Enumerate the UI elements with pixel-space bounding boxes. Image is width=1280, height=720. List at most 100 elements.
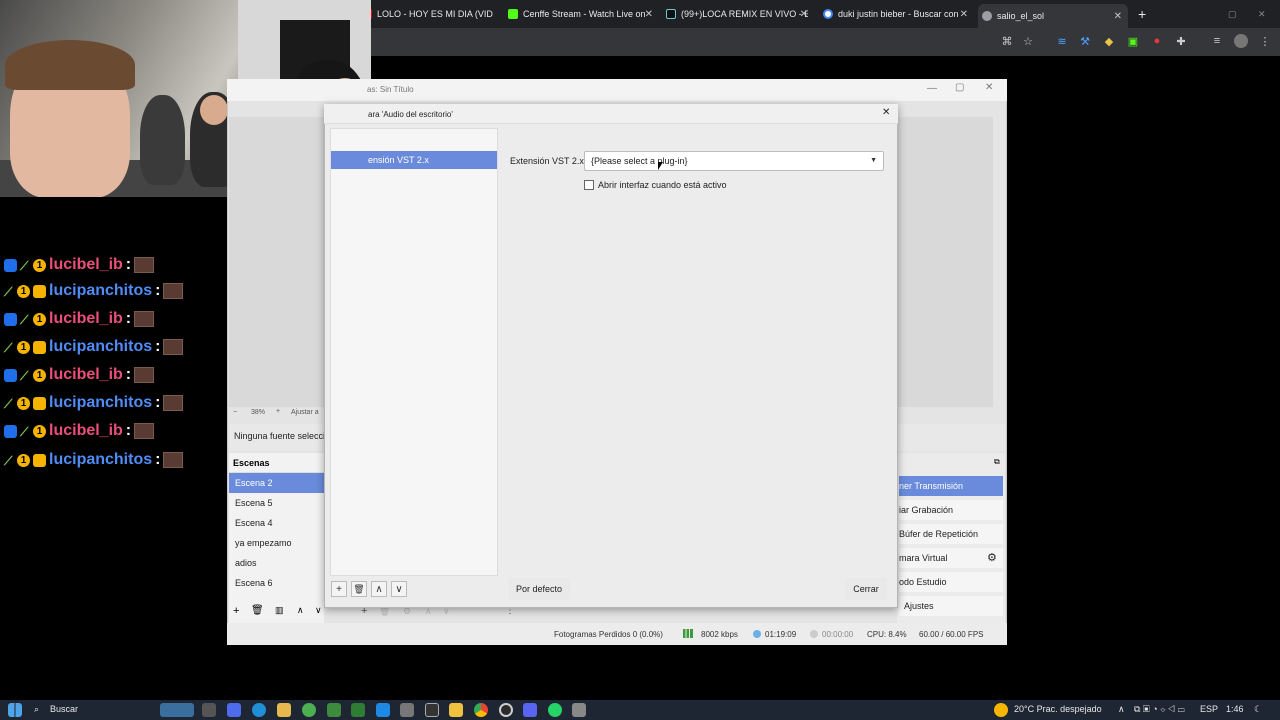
zoom-out-icon[interactable]: −	[233, 409, 237, 416]
window-title: as: Sin Título	[367, 85, 414, 94]
hair	[5, 40, 135, 90]
obs-icon[interactable]	[499, 703, 513, 717]
scene-item[interactable]: Escena 6	[229, 573, 324, 593]
close-icon[interactable]: ✕	[960, 9, 968, 20]
coin-badge-icon: 1	[17, 453, 30, 467]
whatsapp-icon[interactable]	[548, 703, 562, 717]
new-tab-button[interactable]: +	[1138, 4, 1150, 24]
media-icon[interactable]: ≡	[1210, 34, 1224, 48]
chat-username: lucibel_ib	[49, 256, 123, 273]
source-toolbar	[897, 424, 1005, 451]
open-interface-checkbox[interactable]	[584, 180, 594, 190]
windows-start-icon[interactable]	[8, 703, 22, 717]
chat-message: ⟋ 1 lucibel_ib :	[4, 419, 155, 443]
tray-chevron-icon[interactable]: ∧	[1118, 704, 1125, 715]
control-button[interactable]: ner Transmisión	[899, 476, 1003, 496]
app-icon[interactable]	[400, 703, 414, 717]
app-icon[interactable]	[572, 703, 586, 717]
filter-item-vst[interactable]: ensión VST 2.x	[331, 151, 497, 169]
cursor-icon	[658, 162, 663, 170]
remove-filter-button[interactable]: 🗑	[351, 581, 367, 597]
signal-icon	[683, 629, 693, 638]
app-icon[interactable]	[227, 703, 241, 717]
browser-tab[interactable]: duki justin bieber - Buscar con ✕	[823, 4, 968, 24]
task-view-icon[interactable]	[202, 703, 216, 717]
puzzle-icon[interactable]: ✚	[1174, 34, 1188, 48]
gear-icon[interactable]: ⚙	[987, 551, 997, 564]
folder-icon[interactable]	[449, 703, 463, 717]
menu-icon[interactable]: ⋮	[1258, 34, 1272, 48]
close-icon[interactable]: ✕	[1114, 11, 1122, 22]
close-button[interactable]: Cerrar	[845, 578, 887, 600]
close-icon[interactable]: ✕	[985, 82, 993, 93]
app-icon[interactable]	[302, 703, 316, 717]
explorer-icon[interactable]	[277, 703, 291, 717]
avatar[interactable]	[1234, 34, 1248, 48]
app-icon[interactable]	[327, 703, 341, 717]
maximize-icon[interactable]: ▢	[955, 82, 964, 93]
plugin-select[interactable]: {Please select a plug-in} ▼	[584, 151, 884, 171]
chat-separator: :	[155, 338, 161, 355]
control-button[interactable]: Búfer de Repetición	[899, 524, 1003, 544]
chat-username: lucipanchitos	[49, 394, 153, 411]
move-down-button[interactable]: ∨	[391, 581, 407, 597]
maximize-icon[interactable]: ▢	[1228, 4, 1240, 24]
extension-icon[interactable]: ▣	[1126, 34, 1140, 48]
minecraft-icon[interactable]	[351, 703, 365, 717]
move-up-button[interactable]: ∧	[371, 581, 387, 597]
close-icon[interactable]: ✕	[882, 107, 890, 118]
browser-tab[interactable]: Cenffe Stream - Watch Live on ✕	[508, 4, 653, 24]
scene-item[interactable]: Escena 5	[229, 493, 324, 513]
undock-icon[interactable]: ⧉	[994, 457, 1000, 467]
translate-icon[interactable]: ⌘	[1000, 34, 1014, 48]
chat-username: lucibel_ib	[49, 422, 123, 439]
search-icon[interactable]: ⌕	[34, 704, 39, 715]
coin-badge-icon: 1	[33, 258, 46, 272]
scene-item[interactable]: Escena 4	[229, 513, 324, 533]
adblock-icon[interactable]: ●	[1150, 34, 1164, 48]
extension-icon[interactable]: ⚒	[1078, 34, 1092, 48]
clock[interactable]: 1:46	[1226, 704, 1244, 714]
filter-list: ensión VST 2.x	[330, 128, 498, 576]
scene-item[interactable]: Escena 2	[229, 473, 324, 493]
weather[interactable]: 20°C Prac. despejado	[1014, 704, 1102, 714]
language[interactable]: ESP	[1200, 704, 1218, 714]
zoom-in-icon[interactable]: +	[276, 408, 280, 415]
zoom-fit[interactable]: Ajustar a	[291, 409, 319, 416]
app-icon[interactable]	[425, 703, 439, 717]
chat-separator: :	[155, 394, 161, 411]
browser-tab[interactable]: (99+)LOCA REMIX EN VIVO - E ✕	[666, 4, 808, 24]
extension-icon[interactable]: ≋	[1055, 34, 1069, 48]
browser-tab-active[interactable]: salio_el_sol ✕	[978, 4, 1128, 28]
close-icon[interactable]: ✕	[800, 9, 808, 20]
chat-separator: :	[125, 366, 132, 383]
discord-icon[interactable]	[523, 703, 537, 717]
coin-badge-icon: 1	[33, 312, 46, 326]
crown-badge-icon	[33, 453, 46, 467]
close-icon[interactable]: ✕	[645, 9, 653, 20]
chat-message: ⟋ 1 lucibel_ib :	[4, 253, 155, 277]
star-icon[interactable]: ☆	[1021, 34, 1035, 48]
edge-icon[interactable]	[252, 703, 266, 717]
extension-icon[interactable]: ◆	[1102, 34, 1116, 48]
default-button[interactable]: Por defecto	[508, 578, 570, 600]
pepper-badge-icon: ⟋	[4, 453, 13, 468]
plugin-label: Extensión VST 2.x	[510, 156, 584, 166]
minimize-icon[interactable]: —	[927, 83, 937, 94]
scene-item[interactable]: ya empezamo	[229, 533, 324, 553]
tray-icons[interactable]: ⧉ ▣ ◔ ⌔ ◁ ▭	[1134, 704, 1185, 715]
notification-icon[interactable]: ☾	[1254, 704, 1262, 715]
close-window-icon[interactable]: ✕	[1258, 4, 1270, 24]
app-icon[interactable]	[376, 703, 390, 717]
scene-item[interactable]: adios	[229, 553, 324, 573]
chat-overlay: ⟋ 1 lucibel_ib : ⟋ 1 lucipanchitos : ⟋ 1 lucibel…	[0, 256, 225, 476]
pepper-badge-icon: ⟋	[20, 258, 29, 273]
taskbar-search[interactable]: Buscar	[50, 704, 78, 714]
add-filter-button[interactable]: +	[331, 581, 347, 597]
control-button[interactable]: iar Grabación	[899, 500, 1003, 520]
pepper-badge-icon: ⟋	[4, 284, 13, 299]
dialog-titlebar: ara 'Audio del escritorio' ✕	[324, 104, 898, 124]
browser-tab[interactable]: LOLO - HOY ES MI DIA (VID	[362, 4, 497, 24]
control-button[interactable]: odo Estudio	[899, 572, 1003, 592]
chrome-icon[interactable]	[474, 703, 488, 717]
